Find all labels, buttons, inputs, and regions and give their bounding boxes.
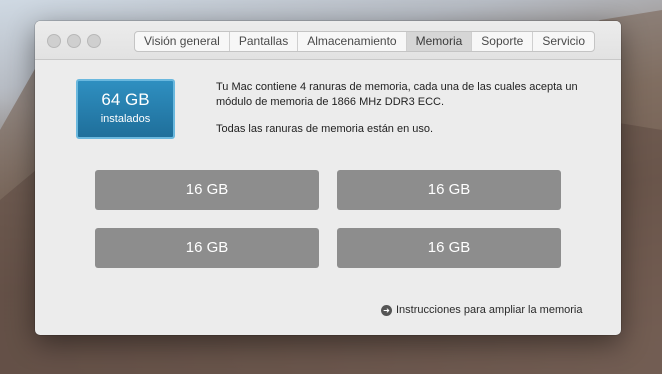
installed-size: 64 GB	[101, 90, 150, 109]
memory-slot-2: 16 GB	[337, 170, 561, 210]
system-info-window: Visión general Pantallas Almacenamiento …	[35, 21, 621, 335]
minimize-button[interactable]	[67, 34, 81, 48]
close-button[interactable]	[47, 34, 61, 48]
tab-displays[interactable]: Pantallas	[230, 32, 299, 51]
memory-slots-grid: 16 GB 16 GB 16 GB 16 GB	[95, 170, 561, 268]
memory-description: Tu Mac contiene 4 ranuras de memoria, ca…	[216, 80, 616, 137]
upgrade-instructions-label[interactable]: Instrucciones para ampliar la memoria	[396, 304, 582, 316]
tab-service[interactable]: Servicio	[533, 32, 594, 51]
tab-memory[interactable]: Memoria	[406, 32, 473, 51]
memory-slot-3: 16 GB	[95, 228, 319, 268]
arrow-right-circle-icon: ➜	[381, 304, 392, 316]
memory-slots-status: Todas las ranuras de memoria están en us…	[216, 123, 434, 135]
memory-slots-info: Tu Mac contiene 4 ranuras de memoria, ca…	[216, 81, 578, 108]
memory-installed-badge: 64 GB instalados	[76, 79, 175, 139]
tab-overview[interactable]: Visión general	[135, 32, 230, 51]
tab-storage[interactable]: Almacenamiento	[298, 32, 407, 51]
title-bar: Visión general Pantallas Almacenamiento …	[35, 21, 621, 60]
tab-support[interactable]: Soporte	[472, 32, 534, 51]
memory-slot-1: 16 GB	[95, 170, 319, 210]
installed-label: instalados	[100, 113, 151, 125]
upgrade-instructions-link[interactable]: ➜ Instrucciones para ampliar la memoria	[381, 304, 582, 316]
tab-bar: Visión general Pantallas Almacenamiento …	[134, 31, 596, 52]
zoom-button[interactable]	[87, 34, 101, 48]
memory-slot-4: 16 GB	[337, 228, 561, 268]
